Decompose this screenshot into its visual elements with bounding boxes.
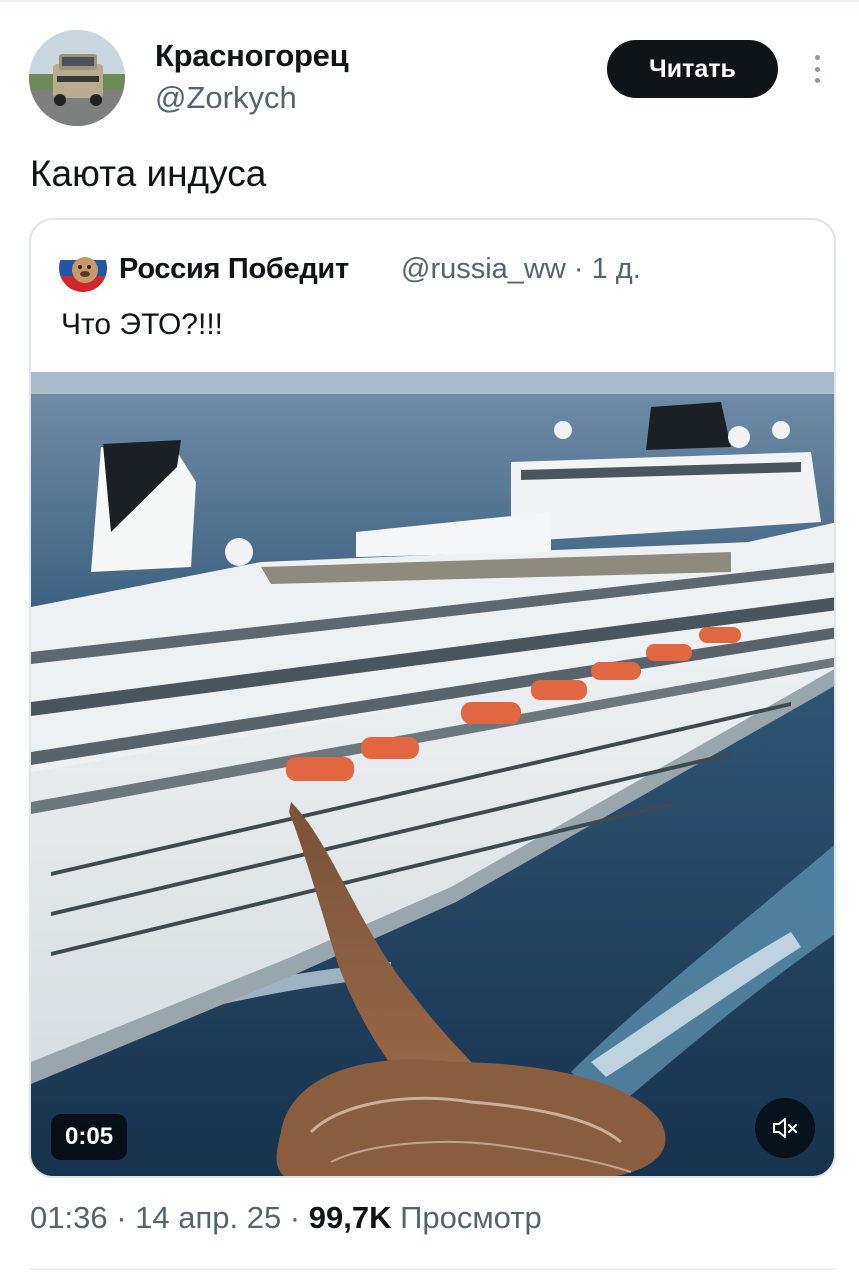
speaker-muted-icon[interactable] bbox=[755, 1098, 815, 1158]
views-count: 99,7K bbox=[308, 1200, 392, 1235]
author-handle[interactable]: @Zorkych bbox=[155, 80, 297, 116]
quoted-author-avatar[interactable] bbox=[59, 244, 107, 292]
video-player[interactable]: 0:05 bbox=[31, 372, 834, 1176]
bottom-divider bbox=[29, 1268, 836, 1270]
views-label-spacer bbox=[391, 1200, 400, 1235]
quoted-tweet-card[interactable]: Россия Победит @russia_ww · 1 д. Что ЭТО… bbox=[29, 218, 836, 1178]
mute-glyph bbox=[773, 1118, 797, 1138]
views-label: Просмотр bbox=[400, 1200, 542, 1235]
video-duration-badge: 0:05 bbox=[51, 1114, 128, 1160]
avatar-photo bbox=[29, 30, 125, 126]
tweet-meta: 01:36 · 14 апр. 25 · 99,7K Просмотр bbox=[30, 1200, 542, 1236]
quoted-display-name[interactable]: Россия Победит bbox=[119, 253, 349, 286]
author-display-name[interactable]: Красногорец bbox=[155, 38, 349, 74]
follow-button[interactable]: Читать bbox=[607, 40, 778, 98]
quoted-avatar-image bbox=[59, 244, 107, 292]
more-options-icon[interactable] bbox=[806, 52, 828, 86]
quoted-text: Что ЭТО?!!! bbox=[61, 308, 223, 341]
tweet-time-date[interactable]: 01:36 · 14 апр. 25 · bbox=[30, 1200, 309, 1235]
quoted-handle-time[interactable]: @russia_ww · 1 д. bbox=[401, 253, 641, 286]
author-avatar[interactable] bbox=[29, 30, 125, 126]
tweet-text: Каюта индуса bbox=[30, 153, 267, 194]
video-frame bbox=[31, 372, 834, 1176]
top-divider bbox=[0, 0, 859, 2]
